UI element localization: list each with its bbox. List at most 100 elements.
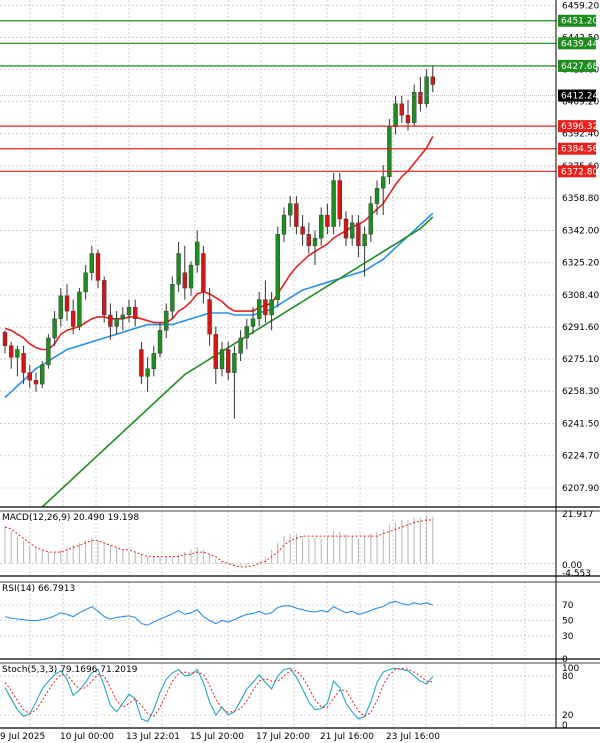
candle-body — [219, 349, 225, 369]
candle-body — [213, 333, 219, 369]
macd-tick-label: -4.553 — [562, 569, 591, 579]
candle-body — [207, 299, 212, 335]
candle-body — [399, 103, 404, 116]
candle-body — [294, 203, 299, 227]
candle-body — [157, 330, 163, 354]
candle-body — [232, 353, 237, 373]
price-tick-label: 6207.90 — [562, 484, 599, 494]
candle-body — [8, 345, 14, 358]
candle-body — [405, 115, 411, 124]
candle-body — [244, 326, 250, 339]
candle-body — [356, 222, 361, 247]
candle-body — [374, 188, 380, 204]
candle-body — [288, 203, 293, 216]
candle-body — [83, 272, 88, 293]
candle-body — [263, 299, 268, 316]
candle-body — [257, 299, 262, 319]
macd-title: MACD(12,26,9) 20.490 19.198 — [2, 513, 139, 523]
candle-body — [194, 241, 200, 266]
candle-body — [418, 91, 423, 104]
candle-body — [337, 180, 342, 220]
rsi-tick-label: 70 — [562, 601, 574, 611]
level-tag-label: 6439.44 — [561, 39, 598, 49]
level-tag-label: 6384.56 — [561, 145, 598, 155]
candle-body — [306, 234, 311, 247]
x-tick-label: 23 Jul 16:00 — [386, 732, 440, 742]
candle-body — [387, 126, 392, 177]
candle-body — [300, 226, 305, 235]
stoch-tick-label: 80 — [562, 672, 574, 682]
x-tick-label: 9 Jul 2025 — [0, 732, 45, 742]
stoch-tick-label: 20 — [562, 711, 574, 721]
price-tick-label: 6459.20 — [562, 1, 599, 11]
candle-body — [46, 337, 51, 366]
candle-body — [269, 299, 274, 316]
candle-body — [170, 284, 175, 312]
level-tag-label: 6451.20 — [561, 17, 598, 27]
candle-body — [15, 349, 20, 358]
candle-body — [343, 218, 349, 239]
level-tag-label: 6372.80 — [561, 167, 598, 177]
candle-body — [250, 318, 256, 327]
candle-body — [319, 214, 324, 239]
candle-body — [101, 280, 107, 316]
x-tick-label: 21 Jul 16:00 — [320, 732, 374, 742]
candle-body — [275, 234, 280, 300]
candle-body — [312, 237, 318, 247]
rsi-tick-label: 30 — [562, 632, 574, 642]
macd-tick-label: 21.917 — [562, 510, 594, 520]
candle-body — [27, 372, 32, 381]
candle-body — [126, 307, 132, 316]
price-tick-label: 6291.60 — [562, 323, 599, 333]
candle-body — [52, 318, 57, 339]
candle-body — [64, 295, 70, 312]
candle-body — [188, 264, 194, 289]
candle-body — [33, 380, 39, 385]
candle-body — [362, 234, 367, 247]
candle-body — [393, 103, 398, 127]
level-tag-label: 6427.68 — [561, 62, 598, 72]
candle-body — [145, 368, 150, 377]
trading-chart[interactable]: 6459.206442.506425.806409.206392.406375.… — [0, 0, 600, 743]
candle-body — [381, 176, 386, 189]
candle-body — [21, 353, 26, 373]
price-tick-label: 6241.50 — [562, 419, 599, 429]
candle-body — [430, 76, 435, 85]
candle-body — [238, 337, 243, 354]
stoch-tick-label: 0 — [562, 721, 568, 731]
candle-body — [58, 295, 63, 319]
current-price-label: 6412.24 — [561, 92, 598, 102]
candle-body — [77, 291, 82, 327]
price-tick-label: 6325.20 — [562, 259, 599, 269]
candle-body — [151, 353, 157, 369]
candle-body — [201, 253, 206, 293]
candle-body — [176, 253, 181, 285]
candle-body — [120, 314, 126, 319]
candle-body — [95, 253, 101, 281]
price-tick-label: 6275.10 — [562, 355, 599, 365]
x-tick-label: 13 Jul 22:01 — [126, 732, 180, 742]
candle-body — [139, 349, 144, 377]
x-tick-label: 15 Jul 20:00 — [190, 732, 244, 742]
price-tick-label: 6258.30 — [562, 387, 599, 397]
candle-body — [225, 349, 231, 373]
candle-body — [132, 307, 138, 319]
candle-body — [331, 180, 336, 227]
candle-body — [40, 364, 45, 385]
price-tick-label: 6224.70 — [562, 452, 599, 462]
level-tag-label: 6396.32 — [561, 122, 598, 132]
price-tick-label: 6358.80 — [562, 194, 599, 204]
candle-body — [281, 214, 287, 235]
candle-body — [163, 310, 169, 331]
stoch-title: Stoch(5,3,3) 79.1696 71.2019 — [2, 665, 138, 675]
price-tick-label: 6342.00 — [562, 226, 599, 236]
candle-body — [182, 272, 188, 289]
candle-body — [350, 222, 355, 239]
candle-body — [424, 76, 429, 104]
rsi-tick-label: 50 — [562, 617, 574, 627]
candle-body — [325, 214, 330, 227]
candle-body — [108, 314, 113, 327]
candle-body — [114, 318, 119, 327]
candle-body — [2, 332, 8, 346]
x-tick-label: 17 Jul 20:00 — [256, 732, 310, 742]
